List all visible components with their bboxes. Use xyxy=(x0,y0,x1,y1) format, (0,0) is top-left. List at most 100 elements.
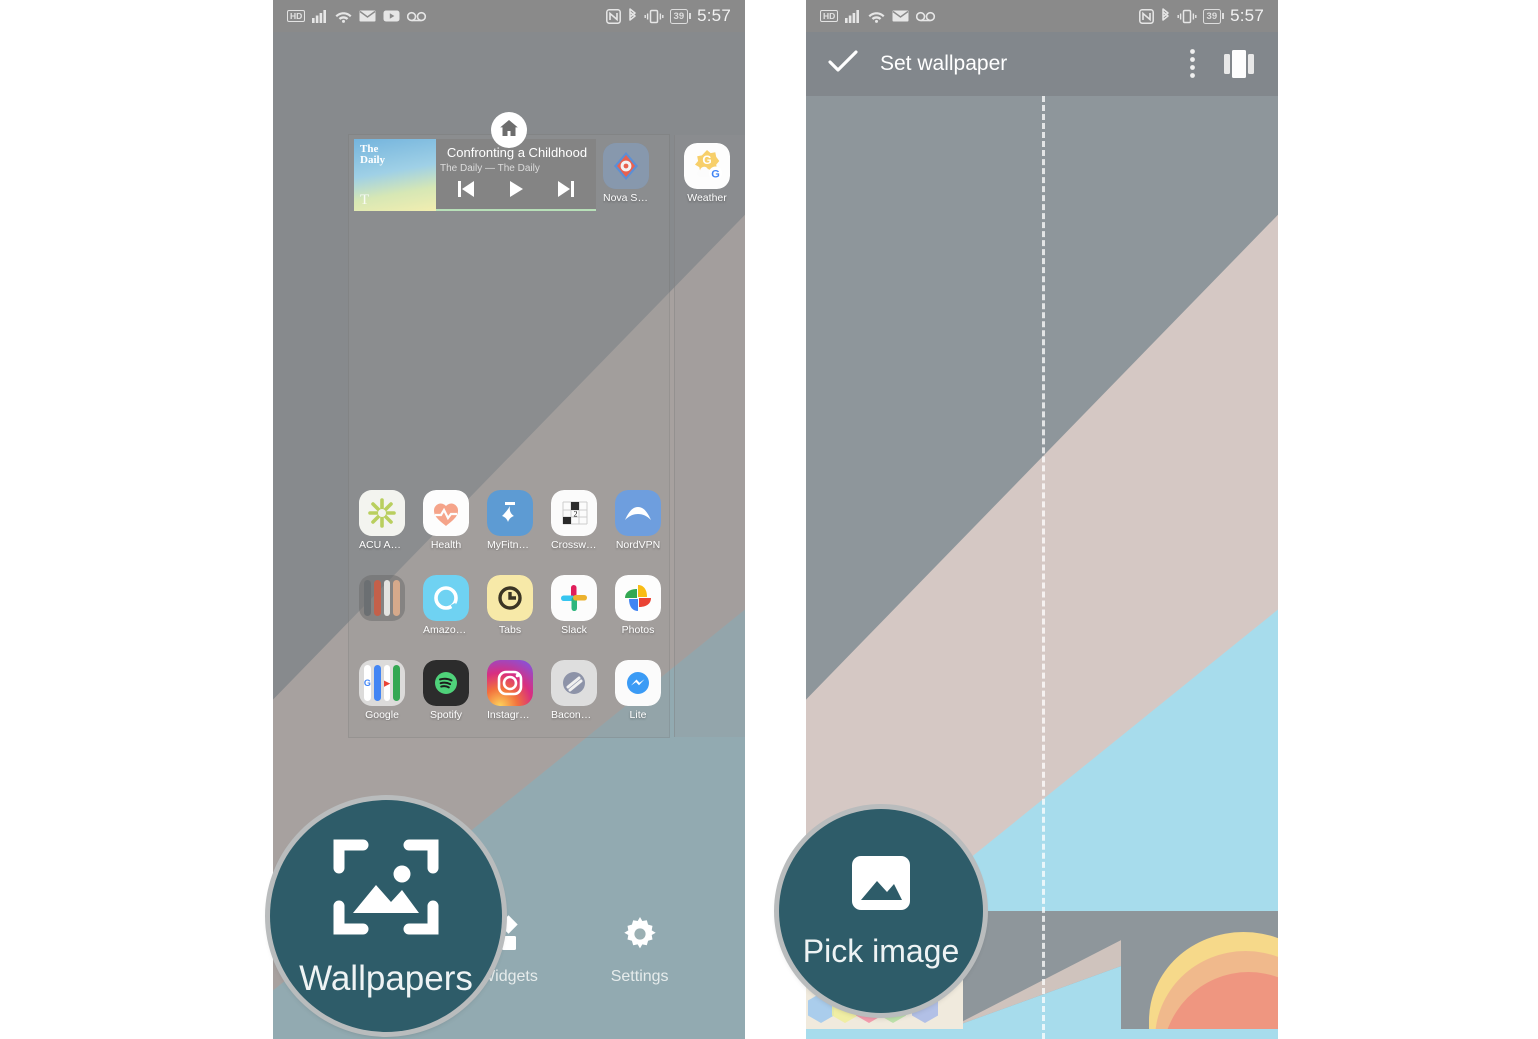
svg-text:2: 2 xyxy=(574,510,578,519)
mail-icon xyxy=(892,10,909,22)
weather-icon: GG xyxy=(684,143,730,189)
app-icon-photos[interactable]: Photos xyxy=(615,575,661,636)
voicemail-icon xyxy=(916,11,936,22)
app-label: Health xyxy=(430,539,462,551)
right-status-bar: HD 39 5:57 xyxy=(806,0,1278,32)
app-icon-spotify[interactable]: Spotify xyxy=(423,660,469,721)
podcast-artwork: The Daily T xyxy=(354,139,436,211)
svg-text:G: G xyxy=(711,169,720,181)
podcast-brand: The Daily xyxy=(360,143,386,166)
acu-anytime-icon xyxy=(359,490,405,536)
app-label: Crossword xyxy=(551,539,597,551)
picture-icon xyxy=(850,852,912,919)
callout-label: Wallpapers xyxy=(299,958,473,998)
app-folder-google[interactable]: G ▶ Google xyxy=(359,660,405,721)
home-icon xyxy=(499,119,519,142)
signal-icon xyxy=(312,9,328,23)
spotify-icon xyxy=(423,660,469,706)
app-label: Google xyxy=(365,709,399,721)
app-label: BaconRea... xyxy=(551,709,597,721)
app-label: Instagram xyxy=(487,709,533,721)
menu-label: Settings xyxy=(610,967,669,985)
app-icon-crossword[interactable]: 2 Crossword xyxy=(551,490,597,551)
callout-wallpapers[interactable]: Wallpapers xyxy=(270,800,502,1032)
battery-indicator: 39 xyxy=(1202,8,1224,24)
app-label: Photos xyxy=(621,624,655,636)
next-icon[interactable] xyxy=(555,179,577,204)
wallpaper-center-divider xyxy=(1042,96,1045,1039)
app-folder-unnamed[interactable] xyxy=(359,575,405,624)
folder-mini-icon xyxy=(373,665,381,701)
app-icon-nordvpn[interactable]: NordVPN xyxy=(615,490,661,551)
bluetooth-icon xyxy=(1160,8,1171,24)
app-icon-baconreader[interactable]: BaconRea... xyxy=(551,660,597,721)
voicemail-icon xyxy=(407,11,427,22)
folder-mini-icon xyxy=(393,665,400,701)
nfc-icon xyxy=(605,8,621,24)
instagram-icon xyxy=(487,660,533,706)
folder-mini-icon: ▶ xyxy=(383,665,391,701)
app-icon-weather[interactable]: GG Weather xyxy=(684,143,730,204)
app-icon-instagram[interactable]: Instagram xyxy=(487,660,533,721)
more-vertical-icon[interactable] xyxy=(1189,48,1196,80)
slack-icon xyxy=(551,575,597,621)
app-icon-slack[interactable]: Slack xyxy=(551,575,597,636)
home-screen-preview[interactable]: The Daily T Confronting a Childhood The … xyxy=(349,135,669,737)
checkmark-icon[interactable] xyxy=(828,49,858,79)
callout-label: Pick image xyxy=(802,932,960,969)
menu-item-settings[interactable]: Settings xyxy=(580,913,700,986)
myfitnesspal-icon xyxy=(487,490,533,536)
svg-text:G: G xyxy=(702,153,711,167)
scrolling-wallpaper-icon[interactable] xyxy=(1222,49,1256,79)
crossword-icon: 2 xyxy=(551,490,597,536)
podcast-subtitle: The Daily — The Daily xyxy=(440,163,540,174)
app-label: Nova Setti... xyxy=(603,192,649,204)
app-label: Lite xyxy=(629,709,647,721)
folder-mini-icon xyxy=(364,580,371,616)
status-bar-clock: 5:57 xyxy=(697,6,731,25)
app-bar-title: Set wallpaper xyxy=(880,52,1008,75)
left-status-bar: HD 39 5:57 xyxy=(273,0,745,32)
previous-icon[interactable] xyxy=(455,179,477,204)
app-label: Weather xyxy=(687,192,727,204)
app-icon-tabs[interactable]: Tabs xyxy=(487,575,533,636)
vibrate-icon xyxy=(644,9,664,24)
wifi-icon xyxy=(335,9,352,23)
status-icons-right: 39 5:57 xyxy=(605,6,731,26)
app-label: Amazon A... xyxy=(423,624,469,636)
app-label: Tabs xyxy=(498,624,522,636)
app-icon-myfitnesspal[interactable]: MyFitness... xyxy=(487,490,533,551)
status-icons-left: HD xyxy=(820,9,936,23)
app-icon-health[interactable]: Health xyxy=(423,490,469,551)
app-icon-nova-settings[interactable]: Nova Setti... xyxy=(603,143,649,204)
nova-settings-icon xyxy=(603,143,649,189)
folder-mini-icon xyxy=(383,580,391,616)
tabs-icon xyxy=(487,575,533,621)
folder-mini-icon: G xyxy=(364,665,371,701)
wifi-icon xyxy=(868,9,885,23)
vibrate-icon xyxy=(1177,9,1197,24)
screenshot-canvas: HD 39 5:57 The Daily T Confronting a Chi… xyxy=(0,0,1538,1039)
mail-icon xyxy=(359,10,376,22)
home-screen-badge[interactable] xyxy=(491,112,527,148)
play-icon[interactable] xyxy=(506,179,526,204)
podcast-title: Confronting a Childhood xyxy=(446,145,588,160)
podcast-media-widget[interactable]: The Daily T Confronting a Childhood The … xyxy=(354,139,596,211)
media-progress-bar xyxy=(436,208,596,211)
google-photos-icon xyxy=(615,575,661,621)
app-icon-messenger-lite[interactable]: Lite xyxy=(615,660,661,721)
settings-gear-icon xyxy=(619,916,661,959)
media-controls xyxy=(440,179,592,204)
bluetooth-icon xyxy=(627,8,638,24)
app-icon-acu-anytime[interactable]: ACU Anyti... xyxy=(359,490,405,551)
status-icons-right: 39 5:57 xyxy=(1138,6,1264,26)
app-label: NordVPN xyxy=(615,539,661,551)
nfc-icon xyxy=(1138,8,1154,24)
callout-pick-image[interactable]: Pick image xyxy=(779,809,983,1013)
adjacent-home-screen-peek[interactable] xyxy=(674,135,745,737)
app-label: Spotify xyxy=(429,709,463,721)
hd-badge-icon: HD xyxy=(287,9,306,23)
app-icon-amazon-alexa[interactable]: Amazon A... xyxy=(423,575,469,636)
wallpaper-thumbnail-sunrise[interactable] xyxy=(1120,911,1278,1029)
status-bar-clock: 5:57 xyxy=(1230,6,1264,25)
